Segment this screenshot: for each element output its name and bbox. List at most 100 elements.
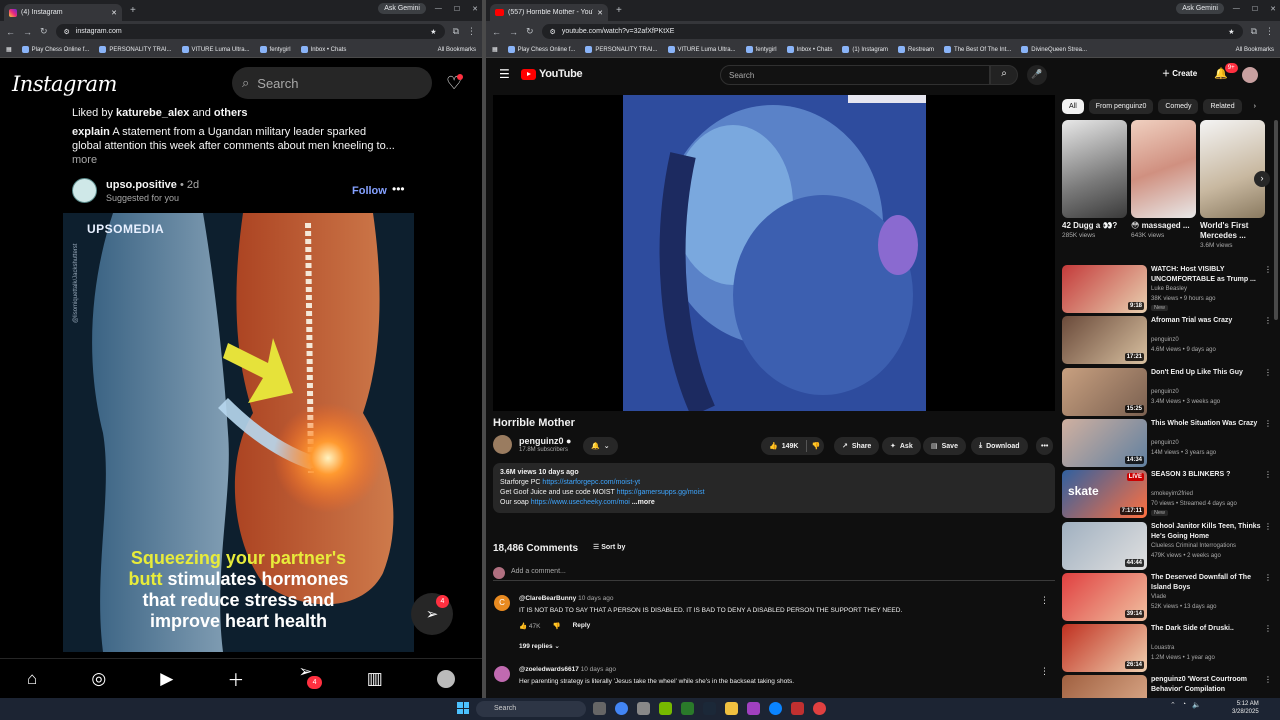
hamburger-menu-icon[interactable]: ☰ bbox=[499, 67, 510, 81]
liked-others-link[interactable]: others bbox=[214, 107, 248, 119]
back-icon[interactable]: ← bbox=[492, 27, 501, 37]
video-menu-icon[interactable]: ⋮ bbox=[1264, 265, 1272, 274]
video-menu-icon[interactable]: ⋮ bbox=[1264, 522, 1272, 531]
channel-name[interactable]: Clueless Criminal Interrogations bbox=[1151, 543, 1236, 549]
chip-from-channel[interactable]: From penguinz0 bbox=[1088, 99, 1154, 114]
taskbar-search[interactable]: Search bbox=[476, 701, 586, 717]
chevron-up-icon[interactable]: ⌃ bbox=[1170, 701, 1176, 709]
maximize-icon[interactable]: ☐ bbox=[1252, 5, 1258, 13]
explore-icon[interactable]: ◎ bbox=[91, 669, 106, 689]
site-info-icon[interactable]: ⚙ bbox=[550, 28, 556, 36]
bookmark-item[interactable]: fentygirl bbox=[259, 46, 291, 53]
description-link[interactable]: https://starforgepc.com/moist-yt bbox=[542, 479, 640, 486]
video-menu-icon[interactable]: ⋮ bbox=[1264, 675, 1272, 684]
more-actions-icon[interactable]: ••• bbox=[1036, 437, 1054, 455]
comment-author[interactable]: @ClareBearBunny 10 days ago bbox=[519, 595, 614, 602]
activity-icon[interactable]: ▥ bbox=[367, 669, 383, 689]
caption-user-link[interactable]: explain bbox=[72, 126, 110, 138]
extensions-icon[interactable]: ⧉ bbox=[1251, 26, 1257, 37]
url-text[interactable]: instagram.com bbox=[76, 28, 424, 35]
share-button[interactable]: ↗ Share bbox=[834, 437, 880, 455]
channel-name[interactable]: Vlade bbox=[1151, 594, 1166, 600]
extensions-icon[interactable]: ⧉ bbox=[453, 26, 459, 37]
edge-icon[interactable] bbox=[769, 702, 782, 715]
bookmark-item[interactable]: (1) Instagram bbox=[842, 46, 888, 53]
comment-reply-button[interactable]: Reply bbox=[573, 622, 591, 630]
task-view-icon[interactable] bbox=[593, 702, 606, 715]
close-icon[interactable]: ✕ bbox=[597, 9, 603, 17]
maximize-icon[interactable]: ☐ bbox=[454, 5, 460, 13]
description-link[interactable]: https://www.usecheeky.com/moi bbox=[531, 499, 630, 506]
bookmark-item[interactable]: PERSONALITY TRAI... bbox=[99, 46, 172, 53]
subscribed-bell-button[interactable]: 🔔 ⌄ bbox=[583, 437, 618, 455]
recommended-video[interactable]: 9:18 WATCH: Host VISIBLY UNCOMFORTABLE as… bbox=[1062, 265, 1272, 313]
menu-icon[interactable]: ⋮ bbox=[1265, 26, 1274, 37]
reload-icon[interactable]: ↻ bbox=[526, 26, 534, 37]
sort-by-button[interactable]: ☰ Sort by bbox=[593, 543, 625, 551]
nvidia-icon[interactable] bbox=[659, 702, 672, 715]
all-bookmarks[interactable]: All Bookmarks bbox=[438, 47, 476, 53]
liked-user-link[interactable]: katurebe_alex bbox=[116, 107, 189, 119]
recommended-video[interactable]: penguinz0 'Worst Courtroom Behavior' Com… bbox=[1062, 675, 1272, 698]
comment-menu-icon[interactable]: ⋮ bbox=[1040, 595, 1049, 606]
bookmark-star-icon[interactable]: ★ bbox=[430, 28, 436, 36]
download-button[interactable]: ⤓ Download bbox=[971, 437, 1028, 455]
ask-gemini-button[interactable]: Ask Gemini bbox=[1176, 3, 1224, 14]
post-image[interactable]: UPSOMEDIA @lisomiquettalk/Jackshutterst … bbox=[63, 213, 414, 652]
file-explorer-icon[interactable] bbox=[725, 702, 738, 715]
bookmark-item[interactable]: Play Chess Online f... bbox=[507, 46, 575, 53]
bookmark-item[interactable]: VITURE Luma Ultra... bbox=[667, 46, 736, 53]
url-text[interactable]: youtube.com/watch?v=32afXfPKtXE bbox=[562, 28, 1222, 35]
bell-icon[interactable]: 🔔 9+ bbox=[1214, 63, 1238, 80]
close-window-icon[interactable]: ✕ bbox=[1270, 5, 1276, 13]
comment-dislike-icon[interactable]: 👎 bbox=[552, 622, 560, 630]
close-window-icon[interactable]: ✕ bbox=[472, 5, 478, 13]
minimize-icon[interactable]: — bbox=[1233, 5, 1240, 13]
like-button[interactable]: 👍 149K 👎 bbox=[761, 437, 825, 455]
video-menu-icon[interactable]: ⋮ bbox=[1264, 470, 1272, 479]
post-username[interactable]: upso.positive • 2d bbox=[106, 179, 199, 191]
commenter-avatar[interactable]: C bbox=[494, 595, 510, 611]
new-tab-icon[interactable]: + bbox=[616, 5, 622, 16]
recommended-video[interactable]: skate LIVE 7:17:11 SEASON 3 BLINKERS ? smoke… bbox=[1062, 470, 1272, 519]
bookmark-item[interactable]: Inbox • Chats bbox=[300, 46, 346, 53]
volume-icon[interactable]: 🔈 bbox=[1192, 701, 1201, 709]
back-icon[interactable]: ← bbox=[6, 27, 15, 37]
steam-icon[interactable] bbox=[703, 702, 716, 715]
recommended-video[interactable]: 26:14 The Dark Side of Druski.. Louastra 1.… bbox=[1062, 624, 1272, 673]
recommended-video[interactable]: 39:14 The Deserved Downfall of The Island… bbox=[1062, 572, 1272, 621]
video-menu-icon[interactable]: ⋮ bbox=[1264, 419, 1272, 428]
all-bookmarks[interactable]: All Bookmarks bbox=[1236, 47, 1274, 53]
reels-icon[interactable]: ▶ bbox=[160, 669, 173, 689]
instagram-logo[interactable]: Instagram bbox=[12, 72, 117, 96]
comment-menu-icon[interactable]: ⋮ bbox=[1040, 666, 1049, 677]
chrome-active-icon[interactable] bbox=[813, 702, 826, 715]
follow-button[interactable]: Follow bbox=[352, 185, 387, 197]
site-info-icon[interactable]: ⚙ bbox=[64, 28, 70, 36]
search-button[interactable]: ⌕ bbox=[990, 65, 1018, 85]
menu-icon[interactable]: ⋮ bbox=[467, 26, 476, 37]
notifications-heart-icon[interactable]: ♡ bbox=[446, 73, 464, 94]
chip-all[interactable]: All bbox=[1062, 99, 1084, 114]
bookmark-item[interactable]: Restream bbox=[898, 46, 934, 53]
reload-icon[interactable]: ↻ bbox=[40, 26, 48, 37]
settings-icon[interactable] bbox=[637, 702, 650, 715]
more-link[interactable]: ...more bbox=[630, 499, 655, 506]
create-icon[interactable]: ＋ bbox=[227, 666, 244, 691]
search-input[interactable]: Search bbox=[720, 65, 990, 85]
video-menu-icon[interactable]: ⋮ bbox=[1264, 624, 1272, 633]
home-icon[interactable]: ⌂ bbox=[27, 669, 37, 689]
channel-avatar[interactable] bbox=[493, 435, 512, 454]
bookmark-item[interactable]: DivineQueen Strea... bbox=[1021, 46, 1087, 53]
shelf-next-icon[interactable]: › bbox=[1254, 171, 1270, 187]
chevron-right-icon[interactable]: › bbox=[1247, 99, 1263, 114]
bookmark-item[interactable]: PERSONALITY TRAI... bbox=[585, 46, 658, 53]
channel-name[interactable]: Louastra bbox=[1151, 645, 1174, 651]
description-link[interactable]: https://gamersupps.gg/moist bbox=[617, 489, 705, 496]
chrome-icon[interactable] bbox=[615, 702, 628, 715]
chip-related[interactable]: Related bbox=[1203, 99, 1242, 114]
apps-icon[interactable]: ▦ bbox=[6, 46, 12, 53]
apps-icon[interactable]: ▦ bbox=[492, 46, 498, 53]
clock[interactable]: 5:12 AM 3/28/2025 bbox=[1232, 700, 1259, 716]
start-button[interactable] bbox=[457, 702, 469, 714]
